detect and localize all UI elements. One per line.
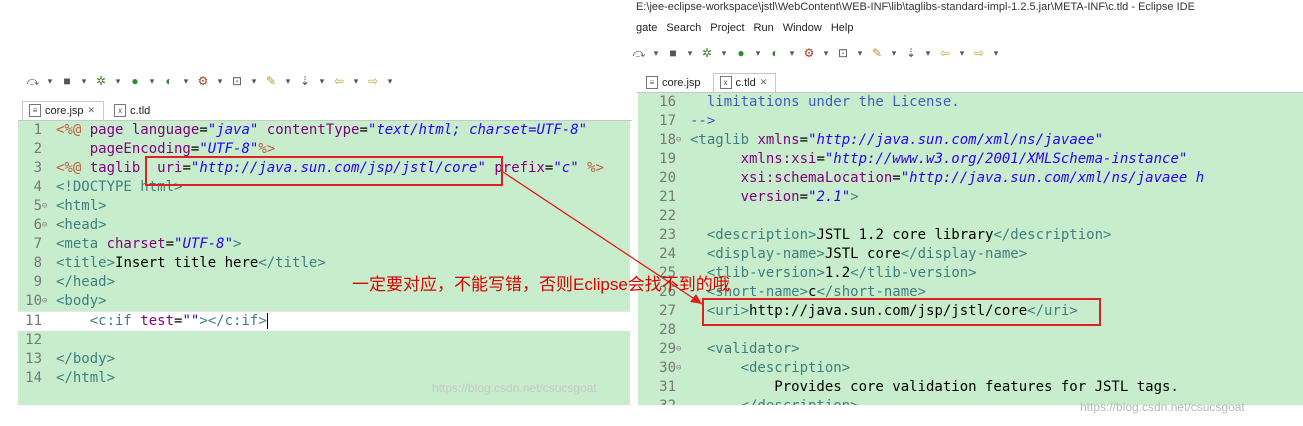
annotation-arrow bbox=[499, 169, 703, 305]
left-watermark: https://blog.csdn.net/csucsgoat bbox=[432, 381, 597, 395]
annotation-text: 一定要对应，不能写错，否则Eclipse会找不到的哦 bbox=[352, 275, 730, 294]
right-watermark: https://blog.csdn.net/csucsgoat bbox=[1080, 400, 1245, 414]
